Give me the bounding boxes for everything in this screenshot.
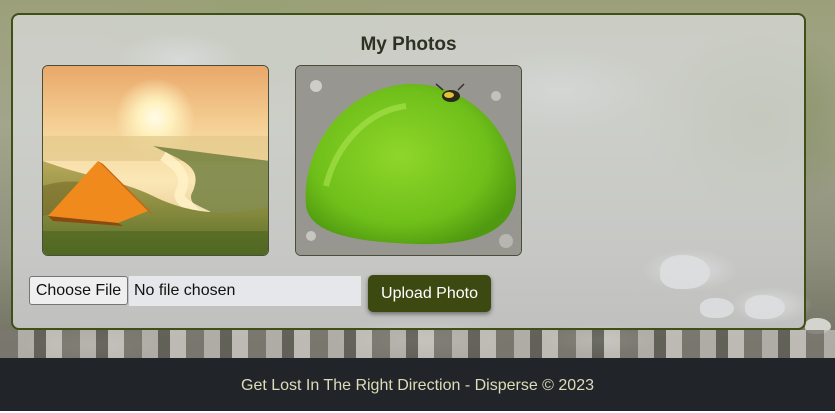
footer: Get Lost In The Right Direction - Disper… (0, 358, 835, 411)
page-title: My Photos (360, 34, 457, 55)
photo-thumbnail[interactable] (295, 65, 522, 256)
file-status-text: No file chosen (129, 276, 361, 306)
tent-sunset-image (43, 66, 268, 255)
photo-gallery-card: My Photos Choose File No file chosen Upl… (11, 13, 806, 330)
choose-file-button[interactable]: Choose File (29, 276, 128, 305)
footer-text: Get Lost In The Right Direction - Disper… (241, 377, 594, 394)
photo-thumbnail[interactable] (42, 65, 269, 256)
moss-image (296, 66, 521, 255)
upload-photo-button[interactable]: Upload Photo (368, 275, 491, 312)
